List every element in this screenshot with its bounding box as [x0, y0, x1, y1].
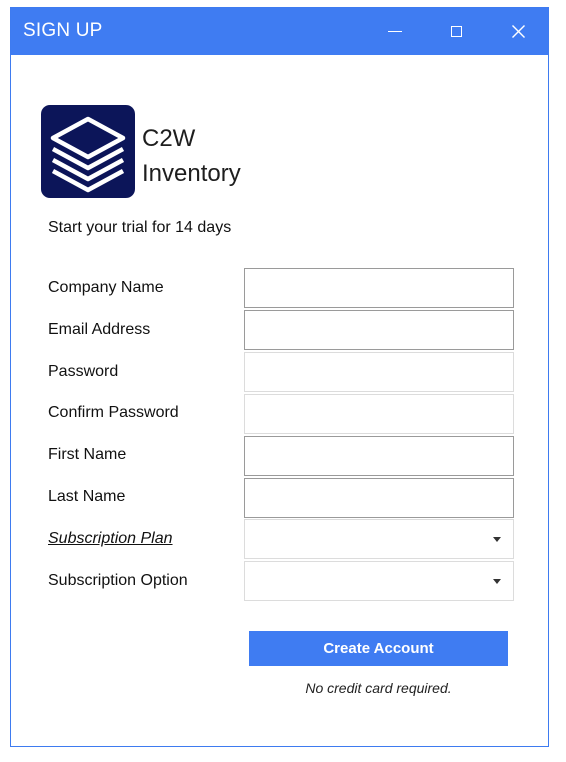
maximize-button[interactable] [433, 8, 479, 55]
close-icon [511, 25, 525, 38]
create-account-button[interactable]: Create Account [249, 631, 508, 666]
last-name-label: Last Name [48, 488, 126, 505]
minimize-button[interactable] [372, 8, 418, 55]
password-input[interactable] [244, 352, 514, 392]
company-name-input[interactable] [244, 268, 514, 308]
maximize-icon [450, 26, 462, 37]
app-name-line2: Inventory [142, 160, 241, 187]
close-button[interactable] [495, 8, 541, 55]
window-title: SIGN UP [23, 20, 103, 41]
minimize-icon [388, 30, 402, 33]
subscription-plan-label: Subscription Plan [48, 530, 173, 547]
email-label: Email Address [48, 321, 151, 338]
chevron-down-icon [493, 537, 501, 542]
subscription-option-label: Subscription Option [48, 572, 188, 589]
confirm-password-label: Confirm Password [48, 404, 179, 421]
app-logo [41, 105, 135, 198]
confirm-password-input[interactable] [244, 394, 514, 434]
subscription-option-select[interactable] [244, 561, 514, 601]
chevron-down-icon [493, 579, 501, 584]
first-name-label: First Name [48, 446, 127, 463]
signup-window: SIGN UP C2W Inventory Start your trial f… [10, 7, 549, 747]
password-label: Password [48, 363, 119, 380]
no-credit-card-note: No credit card required. [305, 680, 452, 696]
email-input[interactable] [244, 310, 514, 350]
title-bar[interactable]: SIGN UP [11, 8, 548, 55]
app-name-line1: C2W [142, 125, 196, 152]
stacked-layers-icon [50, 116, 126, 193]
trial-subtitle: Start your trial for 14 days [48, 219, 232, 236]
last-name-input[interactable] [244, 478, 514, 518]
company-name-label: Company Name [48, 279, 164, 296]
subscription-plan-select[interactable] [244, 519, 514, 559]
app-name: C2W Inventory [142, 121, 241, 191]
first-name-input[interactable] [244, 436, 514, 476]
